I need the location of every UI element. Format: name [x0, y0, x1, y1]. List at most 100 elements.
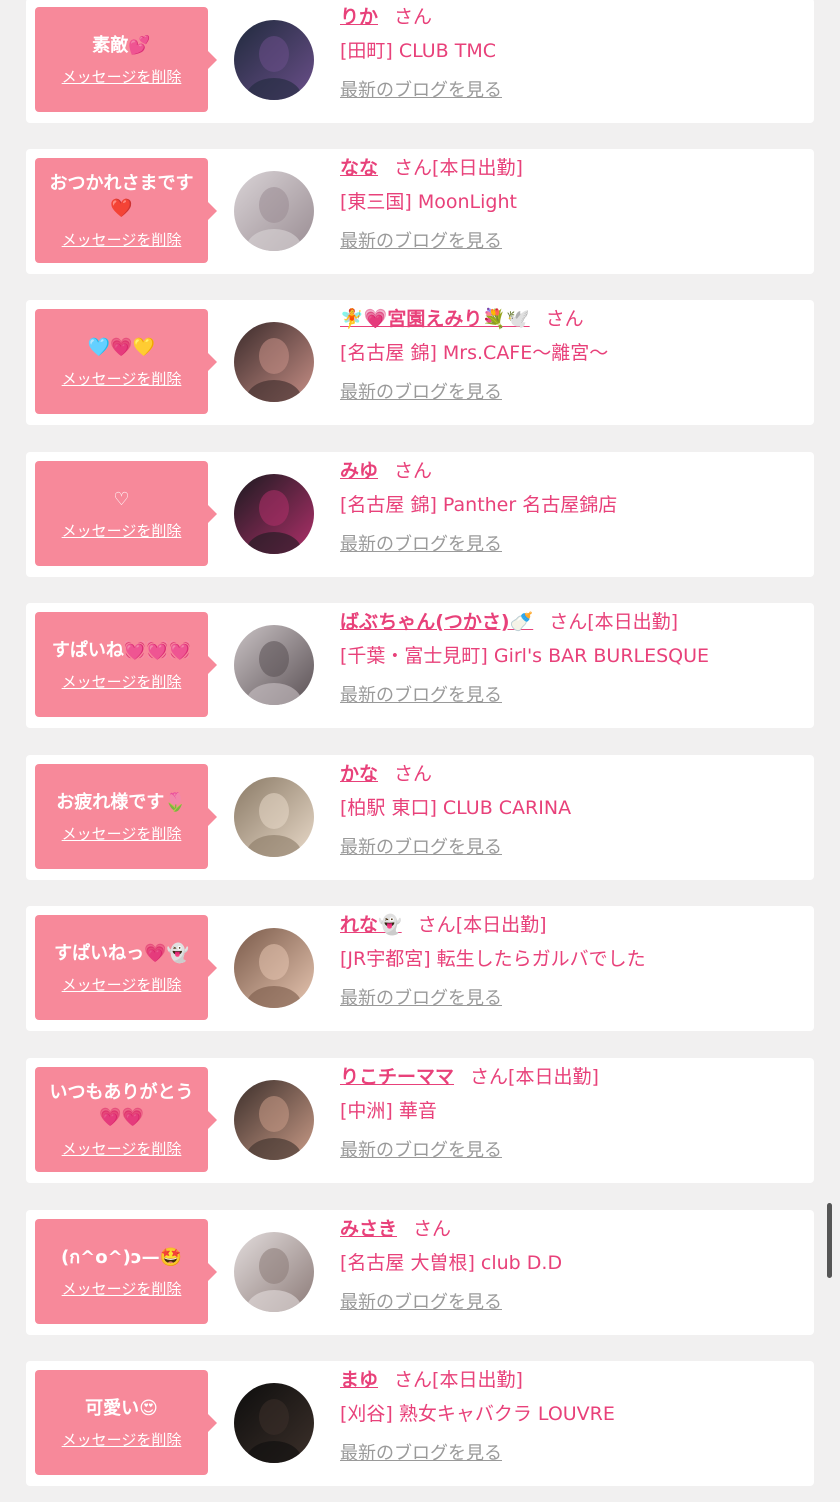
- cast-name-link[interactable]: なな: [340, 157, 378, 179]
- shop-name: [中洲] 華音: [340, 1100, 437, 1122]
- avatar[interactable]: [234, 928, 314, 1008]
- shop-name: [名古屋 錦] Panther 名古屋錦店: [340, 494, 618, 516]
- honorific: さん: [394, 157, 433, 179]
- avatar-image: [234, 625, 314, 705]
- avatar[interactable]: [234, 171, 314, 251]
- shop-name: [名古屋 大曽根] club D.D: [340, 1252, 563, 1274]
- cast-name-link[interactable]: かな: [340, 763, 378, 785]
- message-card: すぱいね💓💓💓 メッセージを削除 ばぶちゃん(つかさ)🍼 さん[本日出勤] [千…: [26, 603, 814, 728]
- latest-blog-link[interactable]: 最新のブログを見る: [340, 76, 800, 106]
- avatar[interactable]: [234, 474, 314, 554]
- shop-name: [名古屋 錦] Mrs.CAFE〜離宮〜: [340, 342, 609, 364]
- avatar[interactable]: [234, 625, 314, 705]
- avatar[interactable]: [234, 1232, 314, 1312]
- message-card: 🩵💗💛 メッセージを削除 🧚💗宮園えみり💐🕊️ さん [名古屋 錦] Mrs.C…: [26, 300, 814, 425]
- avatar-image: [234, 777, 314, 857]
- avatar-image: [234, 171, 314, 251]
- latest-blog-link[interactable]: 最新のブログを見る: [340, 227, 800, 257]
- message-text: いつもありがとう💗💗: [49, 1082, 194, 1128]
- avatar-image: [234, 1383, 314, 1463]
- delete-message-link[interactable]: メッセージを削除: [62, 368, 182, 389]
- shop-name: [柏駅 東口] CLUB CARINA: [340, 797, 572, 819]
- delete-message-link[interactable]: メッセージを削除: [62, 823, 182, 844]
- message-card: (ก^o^)ɔ—🤩 メッセージを削除 みさき さん [名古屋 大曽根] club…: [26, 1210, 814, 1335]
- shop-name: [刈谷] 熟女キャバクラ LOUVRE: [340, 1403, 615, 1425]
- shop-name: [東三国] MoonLight: [340, 191, 517, 213]
- avatar[interactable]: [234, 322, 314, 402]
- latest-blog-link[interactable]: 最新のブログを見る: [340, 1136, 800, 1166]
- cast-name-link[interactable]: みさき: [340, 1218, 397, 1240]
- name-line: ばぶちゃん(つかさ)🍼 さん[本日出勤]: [340, 605, 800, 639]
- shop-name: [JR宇都宮] 転生したらガルバでした: [340, 948, 646, 970]
- message-list: 素敵💕 メッセージを削除 りか さん [田町] CLUB TMC 最新のブログを…: [0, 0, 840, 1502]
- cast-name-link[interactable]: れな👻: [340, 914, 402, 936]
- message-text: ♡: [113, 488, 130, 510]
- name-line: りか さん: [340, 0, 800, 34]
- cast-name-link[interactable]: ばぶちゃん(つかさ)🍼: [340, 611, 533, 633]
- avatar[interactable]: [234, 20, 314, 100]
- cast-name-link[interactable]: みゆ: [340, 460, 378, 482]
- message-card: 可愛い😍 メッセージを削除 まゆ さん[本日出勤] [刈谷] 熟女キャバクラ L…: [26, 1361, 814, 1486]
- name-line: まゆ さん[本日出勤]: [340, 1363, 800, 1397]
- message-text: お疲れ様です🌷: [56, 791, 187, 813]
- message-bubble: すぱいね💓💓💓 メッセージを削除: [35, 612, 217, 717]
- latest-blog-link[interactable]: 最新のブログを見る: [340, 378, 800, 408]
- latest-blog-link[interactable]: 最新のブログを見る: [340, 681, 800, 711]
- cast-info: 🧚💗宮園えみり💐🕊️ さん [名古屋 錦] Mrs.CAFE〜離宮〜 最新のブログ…: [340, 302, 800, 408]
- latest-blog-link[interactable]: 最新のブログを見る: [340, 984, 800, 1014]
- latest-blog-link[interactable]: 最新のブログを見る: [340, 1288, 800, 1318]
- message-text: 🩵💗💛: [87, 336, 156, 358]
- cast-info: れな👻 さん[本日出勤] [JR宇都宮] 転生したらガルバでした 最新のブログを見…: [340, 908, 800, 1014]
- message-bubble: (ก^o^)ɔ—🤩 メッセージを削除: [35, 1219, 217, 1324]
- cast-info: みゆ さん [名古屋 錦] Panther 名古屋錦店 最新のブログを見る: [340, 454, 800, 560]
- honorific: さん: [470, 1066, 509, 1088]
- cast-info: かな さん [柏駅 東口] CLUB CARINA 最新のブログを見る: [340, 757, 800, 863]
- message-text: (ก^o^)ɔ—🤩: [61, 1246, 182, 1268]
- delete-message-link[interactable]: メッセージを削除: [62, 66, 182, 87]
- status-badge: [本日出勤]: [587, 611, 679, 633]
- cast-name-link[interactable]: まゆ: [340, 1369, 378, 1391]
- delete-message-link[interactable]: メッセージを削除: [62, 520, 182, 541]
- cast-info: なな さん[本日出勤] [東三国] MoonLight 最新のブログを見る: [340, 151, 800, 257]
- honorific: さん: [394, 763, 433, 785]
- status-badge: [本日出勤]: [432, 157, 523, 179]
- cast-info: ばぶちゃん(つかさ)🍼 さん[本日出勤] [千葉・富士見町] Girl's BAR…: [340, 605, 800, 711]
- name-line: りこチーママ さん[本日出勤]: [340, 1060, 800, 1094]
- message-bubble: おつかれさまです❤️ メッセージを削除: [35, 158, 217, 263]
- message-card: ♡ メッセージを削除 みゆ さん [名古屋 錦] Panther 名古屋錦店 最…: [26, 452, 814, 577]
- delete-message-link[interactable]: メッセージを削除: [62, 229, 182, 250]
- avatar-image: [234, 1080, 314, 1160]
- latest-blog-link[interactable]: 最新のブログを見る: [340, 1439, 800, 1469]
- message-bubble: 🩵💗💛 メッセージを削除: [35, 309, 217, 414]
- delete-message-link[interactable]: メッセージを削除: [62, 1429, 182, 1450]
- message-card: 素敵💕 メッセージを削除 りか さん [田町] CLUB TMC 最新のブログを…: [26, 0, 814, 123]
- shop-name: [千葉・富士見町] Girl's BAR BURLESQUE: [340, 645, 710, 667]
- latest-blog-link[interactable]: 最新のブログを見る: [340, 530, 800, 560]
- name-line: なな さん[本日出勤]: [340, 151, 800, 185]
- message-text: すぱいねっ💗👻: [54, 942, 189, 964]
- avatar[interactable]: [234, 777, 314, 857]
- delete-message-link[interactable]: メッセージを削除: [62, 1278, 182, 1299]
- scrollbar[interactable]: [827, 1203, 832, 1278]
- message-card: すぱいねっ💗👻 メッセージを削除 れな👻 さん[本日出勤] [JR宇都宮] 転生…: [26, 906, 814, 1031]
- delete-message-link[interactable]: メッセージを削除: [62, 671, 182, 692]
- message-card: お疲れ様です🌷 メッセージを削除 かな さん [柏駅 東口] CLUB CARI…: [26, 755, 814, 880]
- cast-name-link[interactable]: りか: [340, 6, 378, 28]
- honorific: さん: [394, 1369, 433, 1391]
- avatar[interactable]: [234, 1080, 314, 1160]
- cast-info: まゆ さん[本日出勤] [刈谷] 熟女キャバクラ LOUVRE 最新のブログを見る: [340, 1363, 800, 1469]
- status-badge: [本日出勤]: [508, 1066, 599, 1088]
- cast-name-link[interactable]: 🧚💗宮園えみり💐🕊️: [340, 308, 530, 330]
- latest-blog-link[interactable]: 最新のブログを見る: [340, 833, 800, 863]
- avatar[interactable]: [234, 1383, 314, 1463]
- cast-info: りか さん [田町] CLUB TMC 最新のブログを見る: [340, 0, 800, 106]
- name-line: れな👻 さん[本日出勤]: [340, 908, 800, 942]
- message-text: 素敵💕: [92, 34, 151, 56]
- cast-name-link[interactable]: りこチーママ: [340, 1066, 454, 1088]
- avatar-image: [234, 474, 314, 554]
- honorific: さん: [417, 914, 456, 936]
- delete-message-link[interactable]: メッセージを削除: [62, 974, 182, 995]
- cast-info: りこチーママ さん[本日出勤] [中洲] 華音 最新のブログを見る: [340, 1060, 800, 1166]
- honorific: さん: [394, 6, 433, 28]
- delete-message-link[interactable]: メッセージを削除: [62, 1138, 182, 1159]
